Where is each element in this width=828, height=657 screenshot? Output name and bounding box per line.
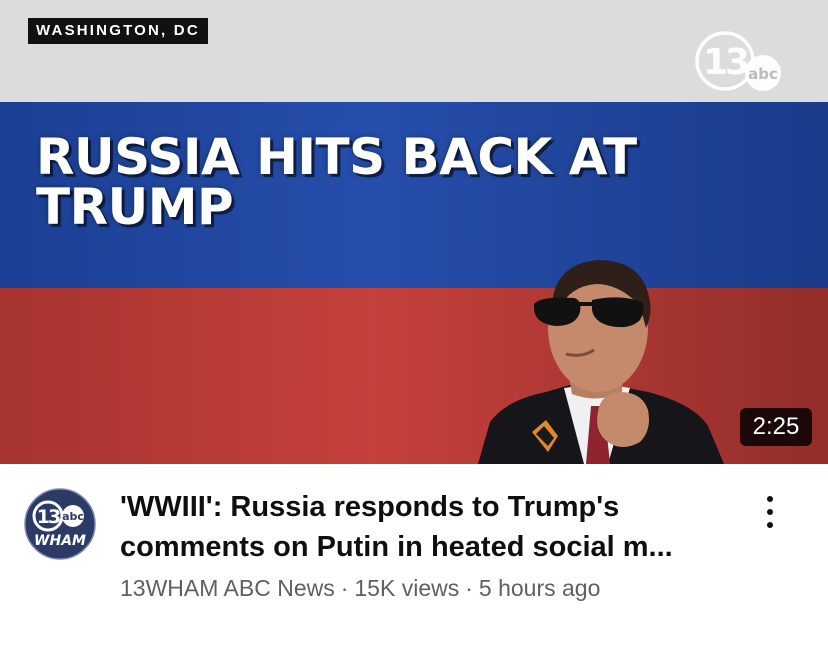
headline-line-2: TRUMP: [36, 178, 234, 236]
video-metadata: 13WHAM ABC News · 15K views · 5 hours ago: [120, 574, 600, 602]
channel-avatar[interactable]: 13 abc WHAM: [24, 488, 96, 560]
video-thumbnail[interactable]: WASHINGTON, DC RUSSIA HITS BACK AT TRUMP…: [0, 0, 828, 464]
view-count: 15K views: [354, 575, 460, 601]
channel-name[interactable]: 13WHAM ABC News: [120, 575, 335, 601]
thumbnail-headline: RUSSIA HITS BACK AT TRUMP: [36, 132, 776, 232]
more-options-button[interactable]: [752, 490, 788, 534]
meta-separator: ·: [465, 575, 473, 601]
meta-separator: ·: [340, 575, 349, 601]
more-vertical-icon-dot: [767, 509, 773, 515]
video-title[interactable]: 'WWIII': Russia responds to Trump's comm…: [120, 487, 740, 567]
station-logo-13abc: 13 abc: [695, 31, 781, 91]
headline-line-1: RUSSIA HITS BACK AT: [36, 128, 637, 186]
person-image: [478, 260, 724, 464]
avatar-callsign: WHAM: [34, 533, 86, 549]
more-vertical-icon-dot: [767, 522, 773, 528]
video-duration-badge: 2:25: [740, 408, 812, 446]
upload-age: 5 hours ago: [478, 575, 601, 601]
location-tag: WASHINGTON, DC: [28, 18, 208, 44]
station-logo-network: abc: [748, 65, 778, 83]
avatar-network: abc: [62, 510, 84, 523]
avatar-number: 13: [37, 506, 60, 528]
station-logo-number: 13: [703, 42, 748, 83]
more-vertical-icon: [767, 496, 773, 502]
